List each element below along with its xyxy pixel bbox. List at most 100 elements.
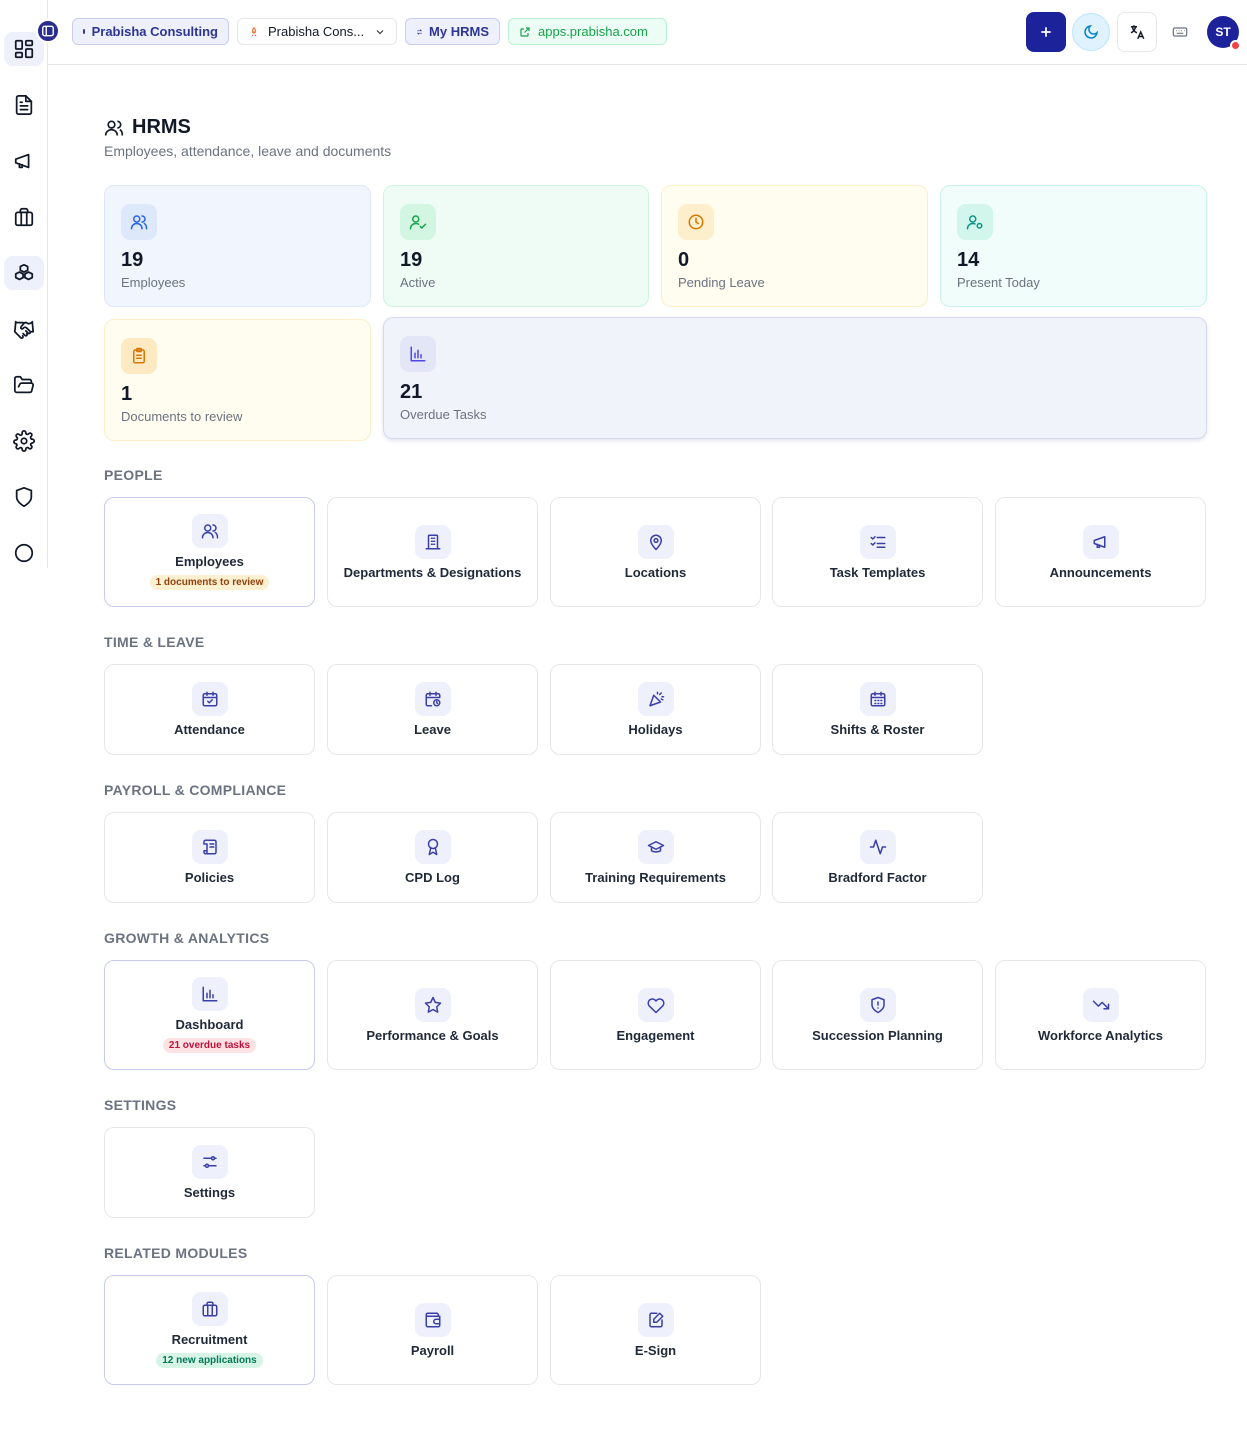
tile-icon-wrap xyxy=(1082,987,1119,1022)
briefcase-icon xyxy=(202,1301,217,1317)
module-tile-task-templates[interactable]: Task Templates xyxy=(772,497,983,607)
tile-label: Leave xyxy=(414,722,451,737)
tile-icon-wrap xyxy=(859,682,896,716)
rail-item-briefcase[interactable] xyxy=(4,200,44,234)
tile-label: Locations xyxy=(624,564,687,580)
module-tile-attendance[interactable]: Attendance xyxy=(104,664,315,755)
scroll-icon xyxy=(202,839,217,855)
folder-open-icon xyxy=(13,375,34,394)
tile-label: Announcements xyxy=(1049,564,1152,580)
tile-icon-wrap xyxy=(191,830,228,864)
module-chip[interactable]: My HRMS xyxy=(405,18,500,45)
tile-icon-wrap xyxy=(1082,524,1119,559)
tile-label: Workforce Analytics xyxy=(1038,1027,1163,1043)
create-button[interactable] xyxy=(1026,12,1066,52)
panel-left-icon xyxy=(42,25,54,37)
tile-label: Settings xyxy=(183,1185,236,1200)
module-tile-policies[interactable]: Policies xyxy=(104,812,315,903)
app-url-link[interactable]: apps.prabisha.com xyxy=(508,18,667,45)
tile-icon-wrap xyxy=(859,524,896,559)
module-tile-departments-designations[interactable]: Departments & Designations xyxy=(327,497,538,607)
stat-label: Present Today xyxy=(957,275,1040,290)
tile-icon-wrap xyxy=(859,987,896,1022)
plus-icon xyxy=(1041,27,1051,37)
tile-badge: 1 documents to review xyxy=(149,575,270,590)
clipboard-icon xyxy=(133,347,145,364)
language-button[interactable] xyxy=(1117,12,1157,52)
module-tile-cpd-log[interactable]: CPD Log xyxy=(327,812,538,903)
rail-item-boxes[interactable] xyxy=(4,256,44,290)
stat-label: Documents to review xyxy=(121,409,243,424)
module-tile-workforce-analytics[interactable]: Workforce Analytics xyxy=(995,960,1206,1070)
user-cog-icon xyxy=(966,215,983,230)
stat-icon-wrap xyxy=(121,338,157,374)
module-tile-payroll[interactable]: Payroll xyxy=(327,1275,538,1385)
module-tile-leave[interactable]: Leave xyxy=(327,664,538,755)
circle-icon xyxy=(14,543,34,563)
rail-item-circle[interactable] xyxy=(4,536,44,570)
page-title-text: HRMS xyxy=(132,116,191,138)
megaphone-icon xyxy=(1093,535,1105,548)
stat-icon-wrap xyxy=(400,204,436,240)
module-tile-training-requirements[interactable]: Training Requirements xyxy=(550,812,761,903)
stat-card-active[interactable]: 19 Active xyxy=(383,185,649,307)
tile-icon-wrap xyxy=(859,830,896,864)
tile-label: Bradford Factor xyxy=(828,870,927,885)
module-tile-holidays[interactable]: Holidays xyxy=(550,664,761,755)
stat-card-pending-leave[interactable]: 0 Pending Leave xyxy=(661,185,928,307)
tile-label: Performance & Goals xyxy=(366,1027,499,1043)
tile-icon-wrap xyxy=(637,1302,674,1337)
tile-label: Task Templates xyxy=(829,564,926,580)
swap-icon xyxy=(416,28,423,35)
module-tile-settings[interactable]: Settings xyxy=(104,1127,315,1218)
rail-item-megaphone[interactable] xyxy=(4,144,44,178)
module-tile-engagement[interactable]: Engagement xyxy=(550,960,761,1070)
module-tile-announcements[interactable]: Announcements xyxy=(995,497,1206,607)
stat-card-documents-to-review[interactable]: 1 Documents to review xyxy=(104,319,371,441)
module-tile-employees[interactable]: Employees 1 documents to review xyxy=(104,497,315,607)
stat-card-present-today[interactable]: 14 Present Today xyxy=(940,185,1207,307)
tile-label: E-Sign xyxy=(634,1342,677,1358)
avatar-initials: ST xyxy=(1215,25,1231,39)
keyboard-shortcuts-button[interactable] xyxy=(1160,12,1200,52)
module-tile-e-sign[interactable]: E-Sign xyxy=(550,1275,761,1385)
stat-icon-wrap xyxy=(957,204,993,240)
rail-item-settings-gear[interactable] xyxy=(4,424,44,458)
rail-item-file-text[interactable] xyxy=(4,88,44,122)
org-chip-label: Prabisha Consulting xyxy=(91,24,218,39)
bar-chart-icon xyxy=(202,986,217,1002)
module-tile-dashboard[interactable]: Dashboard 21 overdue tasks xyxy=(104,960,315,1070)
rail-item-folder-open[interactable] xyxy=(4,368,44,402)
sidebar-rail xyxy=(0,0,48,568)
calendar-check-icon xyxy=(202,691,217,707)
module-tile-recruitment[interactable]: Recruitment 12 new applications xyxy=(104,1275,315,1385)
wallet-icon xyxy=(425,1312,440,1327)
page-subtitle: Employees, attendance, leave and documen… xyxy=(104,143,392,159)
module-tile-performance-goals[interactable]: Performance & Goals xyxy=(327,960,538,1070)
stat-card-employees[interactable]: 19 Employees xyxy=(104,185,371,307)
stat-label: Pending Leave xyxy=(678,275,765,290)
module-tile-shifts-roster[interactable]: Shifts & Roster xyxy=(772,664,983,755)
module-tile-locations[interactable]: Locations xyxy=(550,497,761,607)
rail-item-handshake[interactable] xyxy=(4,312,44,346)
tile-badge: 12 new applications xyxy=(156,1353,263,1368)
section-heading: GROWTH & ANALYTICS xyxy=(104,930,270,946)
section-heading: RELATED MODULES xyxy=(104,1245,248,1261)
tile-icon-wrap xyxy=(191,514,228,548)
org-select[interactable]: Prabisha Cons... xyxy=(237,18,397,45)
org-chip[interactable]: Prabisha Consulting xyxy=(72,18,229,45)
chevron-down-icon xyxy=(376,29,384,34)
stat-value: 19 xyxy=(121,249,144,271)
module-tile-succession-planning[interactable]: Succession Planning xyxy=(772,960,983,1070)
users-icon xyxy=(130,215,148,230)
handshake-icon xyxy=(13,320,35,339)
sidebar-toggle-button[interactable] xyxy=(36,19,60,43)
stat-card-overdue-tasks[interactable]: 21 Overdue Tasks xyxy=(383,317,1207,439)
tile-icon-wrap xyxy=(191,1145,228,1179)
stat-label: Active xyxy=(400,275,436,290)
rail-item-shield[interactable] xyxy=(4,480,44,514)
module-tile-bradford-factor[interactable]: Bradford Factor xyxy=(772,812,983,903)
file-signature-icon xyxy=(648,1312,663,1327)
theme-toggle-button[interactable] xyxy=(1072,13,1110,51)
tile-label: Recruitment xyxy=(171,1332,248,1347)
